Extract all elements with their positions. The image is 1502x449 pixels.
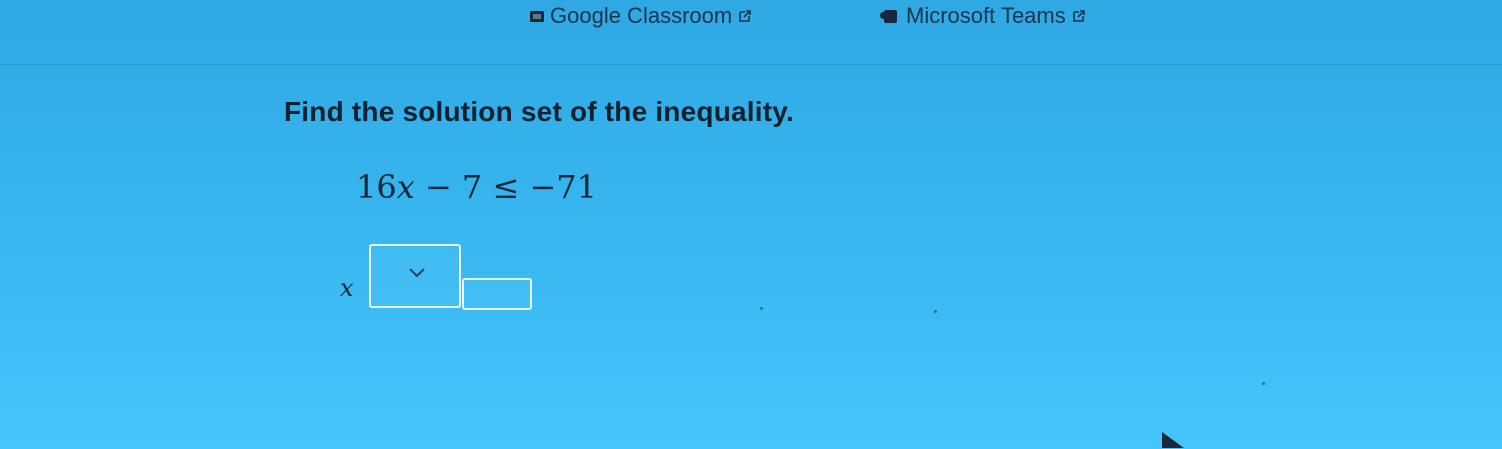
relation-select-dropdown[interactable] — [369, 244, 461, 308]
google-classroom-icon — [530, 10, 544, 22]
mouse-cursor-icon — [1160, 430, 1190, 449]
top-navigation-bar: Google Classroom Microsoft Teams — [0, 0, 1502, 65]
answer-value-input[interactable] — [462, 278, 532, 310]
answer-variable-label: x — [340, 274, 354, 302]
inequality-variable: x — [396, 168, 415, 206]
screen-speck — [1262, 382, 1265, 385]
inequality-minus: − — [424, 168, 452, 206]
question-prompt: Find the solution set of the inequality. — [284, 96, 794, 127]
microsoft-teams-label: Microsoft Teams — [906, 3, 1066, 28]
inequality-rhs: −71 — [529, 168, 597, 206]
external-link-icon — [738, 9, 752, 23]
inequality-constant: 7 — [461, 168, 483, 206]
screen-speck — [760, 307, 763, 310]
inequality-relation: ≤ — [492, 168, 520, 206]
external-link-icon — [1072, 9, 1086, 23]
microsoft-teams-icon — [880, 8, 900, 24]
inequality-expression: 16x − 7 ≤ −71 — [356, 168, 597, 206]
chevron-down-icon — [408, 266, 426, 284]
google-classroom-link[interactable]: Google Classroom — [530, 3, 752, 29]
screen-speck — [934, 310, 937, 313]
microsoft-teams-link[interactable]: Microsoft Teams — [880, 3, 1086, 29]
inequality-coefficient: 16 — [356, 168, 397, 206]
google-classroom-label: Google Classroom — [550, 3, 733, 28]
